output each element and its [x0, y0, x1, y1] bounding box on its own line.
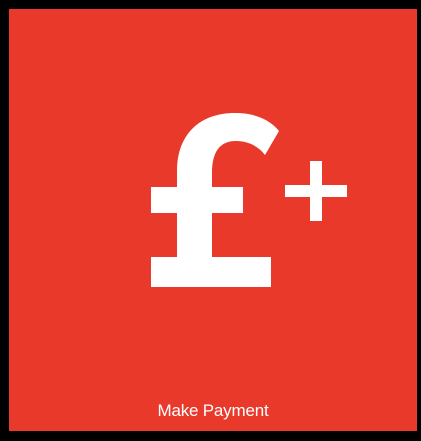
make-payment-label: Make Payment — [157, 401, 269, 420]
tile-frame: Make Payment — [0, 0, 421, 441]
pound-sign-icon — [151, 113, 279, 287]
make-payment-tile[interactable]: Make Payment — [9, 9, 417, 431]
pound-plus-icon — [151, 113, 347, 287]
plus-icon — [285, 161, 347, 221]
